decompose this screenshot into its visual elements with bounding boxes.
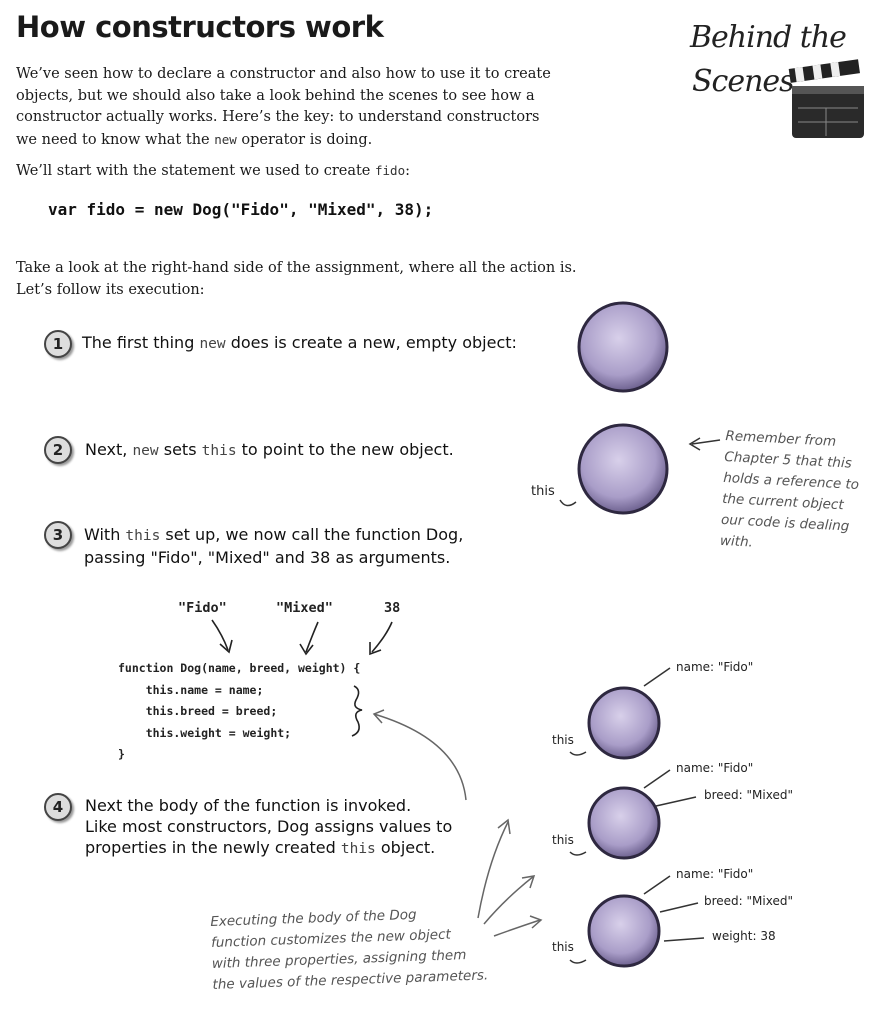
property-line	[643, 667, 671, 687]
body-arrow	[373, 713, 467, 801]
property-line	[655, 796, 697, 807]
object-diagrams	[211, 301, 721, 968]
object-with-name	[587, 686, 661, 760]
this-label: this	[552, 940, 574, 954]
this-label: this	[552, 833, 574, 847]
object-with-breed	[587, 786, 661, 860]
prop-name-label: name: "Fido"	[676, 867, 754, 881]
this-label: this	[552, 733, 574, 747]
property-line	[659, 902, 699, 913]
empty-object	[577, 301, 669, 393]
this-arrow	[569, 959, 587, 964]
this-label: this	[531, 484, 555, 499]
note-arrow	[483, 875, 535, 925]
code-brace	[351, 685, 363, 737]
property-line	[663, 937, 705, 942]
prop-weight-label: weight: 38	[712, 929, 776, 943]
this-arrow	[569, 751, 587, 756]
object-with-weight	[587, 894, 661, 968]
this-arrow	[559, 499, 577, 507]
prop-name-label: name: "Fido"	[676, 761, 754, 775]
property-line	[643, 875, 671, 895]
arg-arrow	[371, 621, 393, 653]
prop-name-label: name: "Fido"	[676, 660, 754, 674]
property-line	[643, 769, 671, 789]
this-object	[577, 423, 669, 515]
arg-arrow	[211, 619, 229, 651]
this-arrow	[569, 851, 587, 856]
prop-breed-label: breed: "Mixed"	[704, 788, 793, 802]
prop-breed-label: breed: "Mixed"	[704, 894, 793, 908]
